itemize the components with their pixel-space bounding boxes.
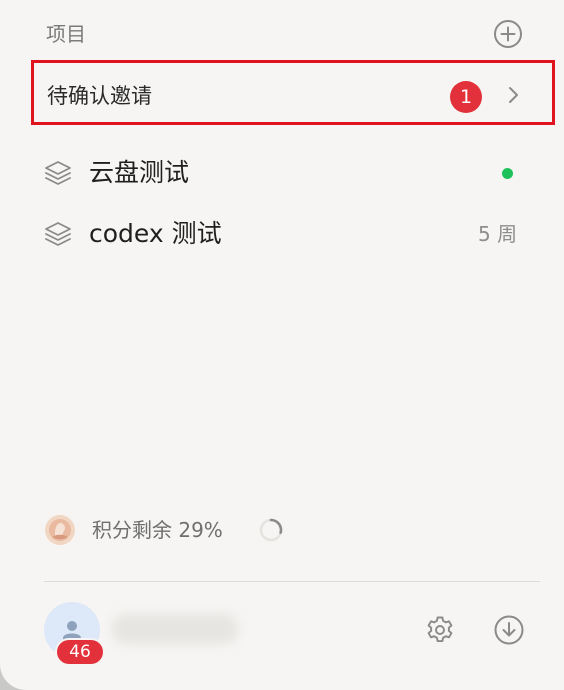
project-sidebar: 项目 待确认邀请 1 云盘测试 codex 测试 5 周 积分剩余 29% 46 <box>0 0 564 690</box>
credits-indicator[interactable]: 积分剩余 29% <box>44 512 304 548</box>
credits-coin-icon <box>44 514 76 546</box>
section-title: 项目 <box>46 22 86 46</box>
layers-icon <box>43 159 73 187</box>
project-name: 云盘测试 <box>89 158 190 187</box>
download-icon <box>494 615 524 645</box>
layers-icon <box>43 220 73 248</box>
gear-icon <box>427 616 453 643</box>
project-name: codex 测试 <box>89 219 222 248</box>
plus-circle-icon <box>494 20 522 48</box>
pending-invitations-item[interactable]: 待确认邀请 1 <box>31 60 555 125</box>
credits-remaining-label: 积分剩余 29% <box>92 518 223 542</box>
footer-divider <box>44 581 540 582</box>
pending-invitations-label: 待确认邀请 <box>47 84 152 108</box>
project-last-active: 5 周 <box>478 222 518 246</box>
project-item[interactable]: codex 测试 5 周 <box>0 210 564 258</box>
username-redacted <box>112 614 238 644</box>
chevron-right-icon <box>503 85 523 105</box>
settings-button[interactable] <box>424 614 456 646</box>
notification-count-badge: 46 <box>57 640 103 664</box>
download-button[interactable] <box>493 614 525 646</box>
pending-count-badge: 1 <box>450 81 482 113</box>
online-status-dot <box>502 168 513 179</box>
credits-progress-ring <box>258 517 284 543</box>
project-item[interactable]: 云盘测试 <box>0 149 564 197</box>
add-project-button[interactable] <box>493 19 523 49</box>
